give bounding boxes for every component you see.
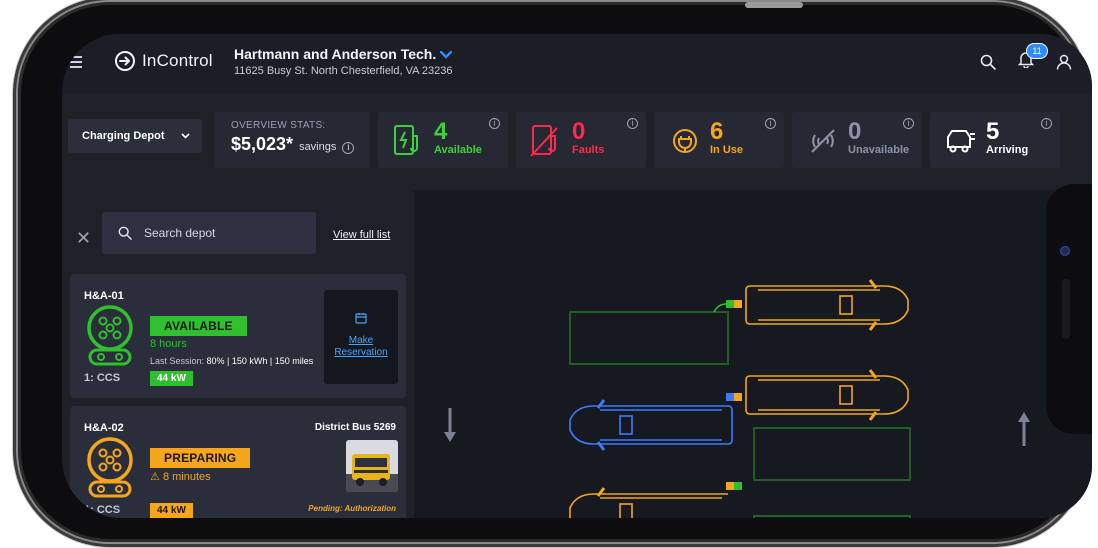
search-icon[interactable] xyxy=(980,54,996,70)
charger-fault-icon xyxy=(530,125,558,157)
plug-in-use-icon xyxy=(673,129,697,153)
connector-type: 1: CCS xyxy=(84,504,121,516)
available-count: 4 xyxy=(434,118,448,145)
view-full-list-link[interactable]: View full list xyxy=(333,229,390,241)
status-duration: 8 hours xyxy=(150,338,187,350)
info-icon[interactable]: i xyxy=(627,118,638,129)
pending-status: Pending: Authorization xyxy=(308,504,396,513)
charger-id: H&A-02 xyxy=(84,422,124,434)
status-badge: AVAILABLE xyxy=(150,316,247,336)
faults-label: Faults xyxy=(572,144,605,156)
parking-spot[interactable] xyxy=(569,311,729,365)
signal-off-icon xyxy=(811,129,835,153)
camera-icon xyxy=(1060,246,1070,256)
in-use-count: 6 xyxy=(710,118,724,145)
charger-card[interactable]: H&A-02 PREPARING ⚠ 8 minutes 1: CCS 44 k… xyxy=(70,406,406,518)
circle-arrow-icon xyxy=(115,51,135,71)
phone-button xyxy=(745,2,803,8)
stat-arriving[interactable]: 5 Arriving i xyxy=(930,112,1060,168)
company-name: Hartmann and Anderson Tech. xyxy=(234,46,437,62)
make-reservation-button[interactable]: Make Reservation xyxy=(324,290,398,384)
arriving-label: Arriving xyxy=(986,144,1029,156)
connector-type: 1: CCS xyxy=(84,372,121,384)
in-use-label: In Use xyxy=(710,144,744,156)
savings-label: savings xyxy=(299,141,337,153)
logo-text: InControl xyxy=(142,51,213,70)
top-bar: InControl Hartmann and Anderson Tech. 11… xyxy=(62,34,1092,95)
charger-connector-icon xyxy=(87,437,133,498)
arrow-down-icon xyxy=(444,408,456,442)
arriving-count: 5 xyxy=(986,118,1000,145)
status-duration: ⚠ 8 minutes xyxy=(150,471,211,483)
charger-card[interactable]: H&A-01 AVAILABLE 8 hours Last Session: 8… xyxy=(70,274,406,398)
info-icon[interactable]: i xyxy=(489,118,500,129)
bus-icon[interactable] xyxy=(569,399,733,451)
bus-icon[interactable] xyxy=(745,279,909,331)
overview-stats: OVERVIEW STATS: $5,023* savings i xyxy=(214,112,370,168)
charger-connector-icon xyxy=(87,305,133,366)
notification-badge: 11 xyxy=(1026,43,1048,59)
bus-icon[interactable] xyxy=(569,487,728,518)
chevron-down-icon xyxy=(440,51,453,59)
available-label: Available xyxy=(434,144,482,156)
info-icon[interactable]: i xyxy=(342,142,355,154)
phone-frame: InControl Hartmann and Anderson Tech. 11… xyxy=(18,2,1092,542)
vehicle-photo xyxy=(346,440,398,492)
stat-unavailable[interactable]: 0 Unavailable i xyxy=(792,112,922,168)
search-box[interactable] xyxy=(102,212,316,254)
depot-panel: ✕ View full list H&A-01 AVAILABLE 8 hour… xyxy=(62,190,414,518)
app-screen: InControl Hartmann and Anderson Tech. 11… xyxy=(62,34,1092,518)
search-input[interactable] xyxy=(142,225,296,241)
parking-spot[interactable] xyxy=(753,515,911,518)
make-reservation-label: Make Reservation xyxy=(334,335,388,358)
overview-title: OVERVIEW STATS: xyxy=(231,120,326,131)
unavailable-count: 0 xyxy=(848,118,862,145)
stat-in-use[interactable]: 6 In Use i xyxy=(654,112,784,168)
phone-notch xyxy=(1046,184,1092,434)
faults-count: 0 xyxy=(572,118,586,145)
charger-plug-icon xyxy=(726,393,742,401)
stat-faults[interactable]: 0 Faults i xyxy=(516,112,646,168)
chevron-down-icon xyxy=(181,133,190,139)
close-icon[interactable]: ✕ xyxy=(76,228,91,249)
calendar-icon xyxy=(355,313,367,324)
speaker-grille xyxy=(1062,279,1070,339)
power-badge: 44 kW xyxy=(150,503,193,518)
last-session: Last Session: 80% | 150 kWh | 150 miles xyxy=(150,356,314,366)
company-address: 11625 Busy St. North Chesterfield, VA 23… xyxy=(234,65,453,77)
arriving-bus-icon xyxy=(947,130,975,153)
depot-select[interactable]: Charging Depot xyxy=(68,119,202,153)
unavailable-label: Unavailable xyxy=(848,144,910,156)
stats-bar: Charging Depot OVERVIEW STATS: $5,023* s… xyxy=(62,94,1092,190)
charger-plug-icon xyxy=(726,482,742,490)
bus-icon[interactable] xyxy=(745,369,909,421)
app-logo[interactable]: InControl xyxy=(114,50,213,72)
info-icon[interactable]: i xyxy=(765,118,776,129)
status-badge: PREPARING xyxy=(150,448,251,468)
depot-layout xyxy=(444,279,1030,518)
depot-map[interactable] xyxy=(414,190,1092,518)
power-badge: 44 kW xyxy=(150,371,193,386)
charger-plug-icon xyxy=(713,300,742,313)
arrow-up-icon xyxy=(1018,412,1030,446)
charger-available-icon xyxy=(394,125,418,155)
warning-icon: ⚠ xyxy=(150,471,160,483)
vehicle-name: District Bus 5269 xyxy=(314,422,396,433)
depot-select-label: Charging Depot xyxy=(82,130,165,142)
charger-id: H&A-01 xyxy=(84,290,124,302)
search-icon xyxy=(118,226,132,240)
company-selector[interactable]: Hartmann and Anderson Tech. 11625 Busy S… xyxy=(234,46,453,77)
info-icon[interactable]: i xyxy=(903,118,914,129)
info-icon[interactable]: i xyxy=(1041,118,1052,129)
parking-spot[interactable] xyxy=(753,427,911,481)
user-icon[interactable] xyxy=(1056,54,1072,70)
savings-value: $5,023* xyxy=(231,134,294,154)
notifications-button[interactable]: 11 xyxy=(1017,43,1048,73)
hamburger-menu-icon[interactable] xyxy=(70,56,82,68)
stat-available[interactable]: 4 Available i xyxy=(378,112,508,168)
